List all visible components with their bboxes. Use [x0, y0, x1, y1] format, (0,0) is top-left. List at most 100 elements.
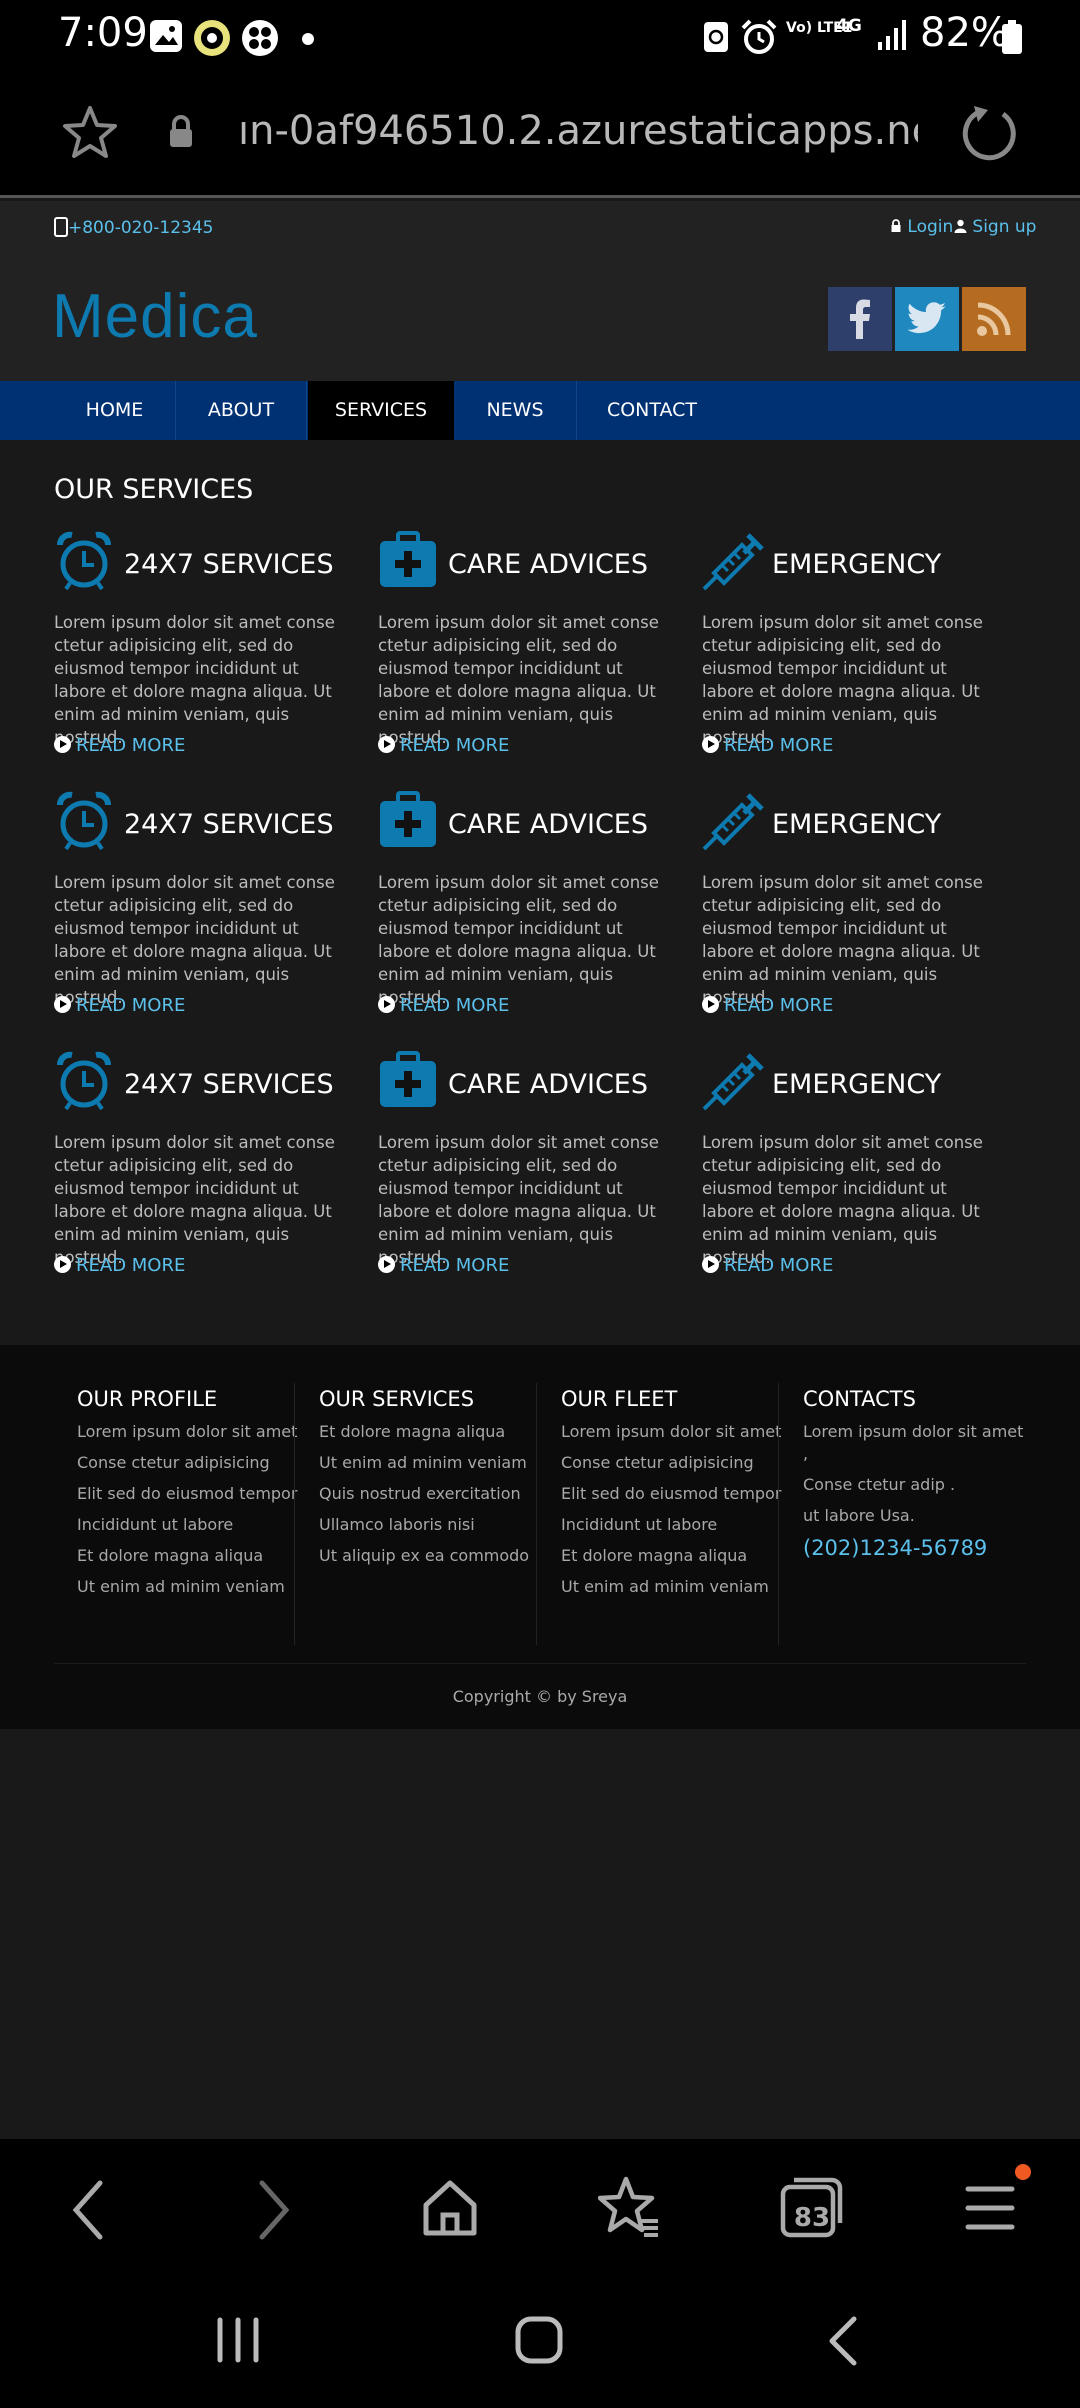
network-type: 4G [836, 16, 862, 36]
nav-contact[interactable]: CONTACT [577, 381, 727, 440]
footer-link[interactable]: Et dolore magna aliqua [561, 1545, 791, 1567]
service-card-head: EMERGENCY [702, 531, 1002, 595]
system-home-icon[interactable] [514, 2315, 564, 2369]
service-card-head: 24X7 SERVICES [54, 531, 354, 595]
back-icon[interactable] [68, 2179, 108, 2245]
read-more-link[interactable]: READ MORE [54, 995, 185, 1016]
main-nav: HOME ABOUT SERVICES NEWS CONTACT [0, 381, 1080, 440]
signup-link[interactable]: Sign up [954, 217, 1036, 237]
service-description: Lorem ipsum dolor sit amet conse ctetur … [54, 1133, 335, 1267]
service-description: Lorem ipsum dolor sit amet conse ctetur … [702, 873, 983, 1007]
login-link[interactable]: Login [890, 217, 953, 237]
service-description: Lorem ipsum dolor sit amet conse ctetur … [378, 613, 659, 747]
twitter-icon [907, 302, 946, 334]
medical-kit-icon [378, 1051, 438, 1111]
signal-icon [876, 18, 908, 56]
play-circle-icon [54, 1256, 71, 1273]
facebook-button[interactable] [828, 287, 892, 351]
footer-link[interactable]: Conse ctetur adipisicing [77, 1452, 307, 1474]
read-more-link[interactable]: READ MORE [702, 995, 833, 1016]
footer-link[interactable]: Ut enim ad minim veniam [77, 1576, 307, 1598]
footer-link[interactable]: Ut aliquip ex ea commodo [319, 1545, 549, 1567]
play-circle-icon [54, 736, 71, 753]
forward-icon[interactable] [254, 2179, 294, 2245]
footer-col-services: OUR SERVICES Et dolore magna aliqua Ut e… [319, 1387, 549, 1576]
site-logo[interactable]: Medica [52, 281, 258, 352]
read-more-label: READ MORE [400, 1255, 510, 1276]
footer-link[interactable]: Incididunt ut labore [77, 1514, 307, 1536]
alarm-icon [740, 18, 778, 60]
footer-heading: OUR PROFILE [77, 1387, 218, 1411]
nav-services-active[interactable]: SERVICES [308, 381, 454, 440]
footer-heading: OUR SERVICES [319, 1387, 475, 1411]
footer-link[interactable]: Et dolore magna aliqua [77, 1545, 307, 1567]
system-back-icon[interactable] [826, 2315, 860, 2371]
footer-col-contacts: CONTACTS Lorem ipsum dolor sit amet , Co… [803, 1387, 1033, 1560]
read-more-link[interactable]: READ MORE [54, 735, 185, 756]
footer-link[interactable]: Quis nostrud exercitation [319, 1483, 549, 1505]
service-title: EMERGENCY [772, 549, 942, 580]
footer-link[interactable]: Ullamco laboris nisi [319, 1514, 549, 1536]
read-more-link[interactable]: READ MORE [702, 1255, 833, 1276]
footer-link[interactable]: Lorem ipsum dolor sit amet [77, 1421, 307, 1443]
mobile-icon [54, 217, 68, 237]
footer-phone[interactable]: (202)1234-56789 [803, 1536, 1033, 1560]
service-title: CARE ADVICES [448, 809, 648, 840]
footer-text: Conse ctetur adip . [803, 1475, 956, 1494]
service-description: Lorem ipsum dolor sit amet conse ctetur … [54, 873, 335, 1007]
footer-link[interactable]: Ut enim ad minim veniam [561, 1576, 791, 1598]
page-blank-area [0, 1729, 1080, 2139]
lock-small-icon [891, 219, 901, 232]
rss-button[interactable] [962, 287, 1026, 351]
nav-news[interactable]: NEWS [454, 381, 576, 440]
footer-link[interactable]: Et dolore magna aliqua [319, 1421, 549, 1443]
read-more-link[interactable]: READ MORE [54, 1255, 185, 1276]
service-card-head: CARE ADVICES [378, 531, 678, 595]
menu-notification-badge [1014, 2163, 1032, 2185]
bookmarks-icon[interactable] [597, 2175, 660, 2243]
footer-link[interactable]: Elit sed do eiusmod tempor [77, 1483, 307, 1505]
read-more-link[interactable]: READ MORE [378, 995, 509, 1016]
play-circle-icon [702, 996, 719, 1013]
copyright: Copyright © by Sreya [452, 1687, 628, 1706]
footer-link[interactable]: Ut enim ad minim veniam [319, 1452, 549, 1474]
nav-about[interactable]: ABOUT [176, 381, 306, 440]
url-text[interactable]: ın-0af946510.2.azurestaticapps.net [238, 108, 918, 154]
play-circle-icon [378, 736, 395, 753]
service-card-head: 24X7 SERVICES [54, 1051, 354, 1115]
browser-url-bar: ın-0af946510.2.azurestaticapps.net [0, 72, 1080, 198]
read-more-label: READ MORE [76, 735, 186, 756]
phone-number: +800-020-12345 [68, 218, 214, 238]
service-description: Lorem ipsum dolor sit amet conse ctetur … [702, 1133, 983, 1267]
footer-link[interactable]: Elit sed do eiusmod tempor [561, 1483, 791, 1505]
menu-icon[interactable] [964, 2183, 1016, 2237]
bookmark-star-icon[interactable] [60, 104, 120, 166]
footer-divider [294, 1383, 295, 1645]
service-title: CARE ADVICES [448, 1069, 648, 1100]
read-more-label: READ MORE [724, 995, 834, 1016]
footer-link[interactable]: Conse ctetur adipisicing [561, 1452, 791, 1474]
service-title: 24X7 SERVICES [124, 1069, 334, 1100]
service-title: 24X7 SERVICES [124, 549, 334, 580]
footer-link[interactable]: Lorem ipsum dolor sit amet [561, 1421, 791, 1443]
nav-home[interactable]: HOME [54, 381, 175, 440]
footer-link[interactable]: Incididunt ut labore [561, 1514, 791, 1536]
service-card-head: EMERGENCY [702, 1051, 1002, 1115]
service-title: 24X7 SERVICES [124, 809, 334, 840]
twitter-button[interactable] [895, 287, 959, 351]
read-more-link[interactable]: READ MORE [702, 735, 833, 756]
recent-apps-icon[interactable] [214, 2317, 262, 2367]
read-more-label: READ MORE [724, 735, 834, 756]
home-icon[interactable] [420, 2177, 480, 2243]
service-card-head: CARE ADVICES [378, 791, 678, 855]
service-description: Lorem ipsum dolor sit amet conse ctetur … [378, 1133, 659, 1267]
service-title: EMERGENCY [772, 1069, 942, 1100]
phone-link[interactable]: +800-020-12345 [54, 217, 214, 238]
read-more-link[interactable]: READ MORE [378, 1255, 509, 1276]
footer-text: ut labore Usa. [803, 1506, 915, 1525]
read-more-label: READ MORE [400, 735, 510, 756]
footer-divider [778, 1383, 779, 1645]
reload-icon[interactable] [958, 102, 1020, 168]
footer-divider [536, 1383, 537, 1645]
read-more-link[interactable]: READ MORE [378, 735, 509, 756]
